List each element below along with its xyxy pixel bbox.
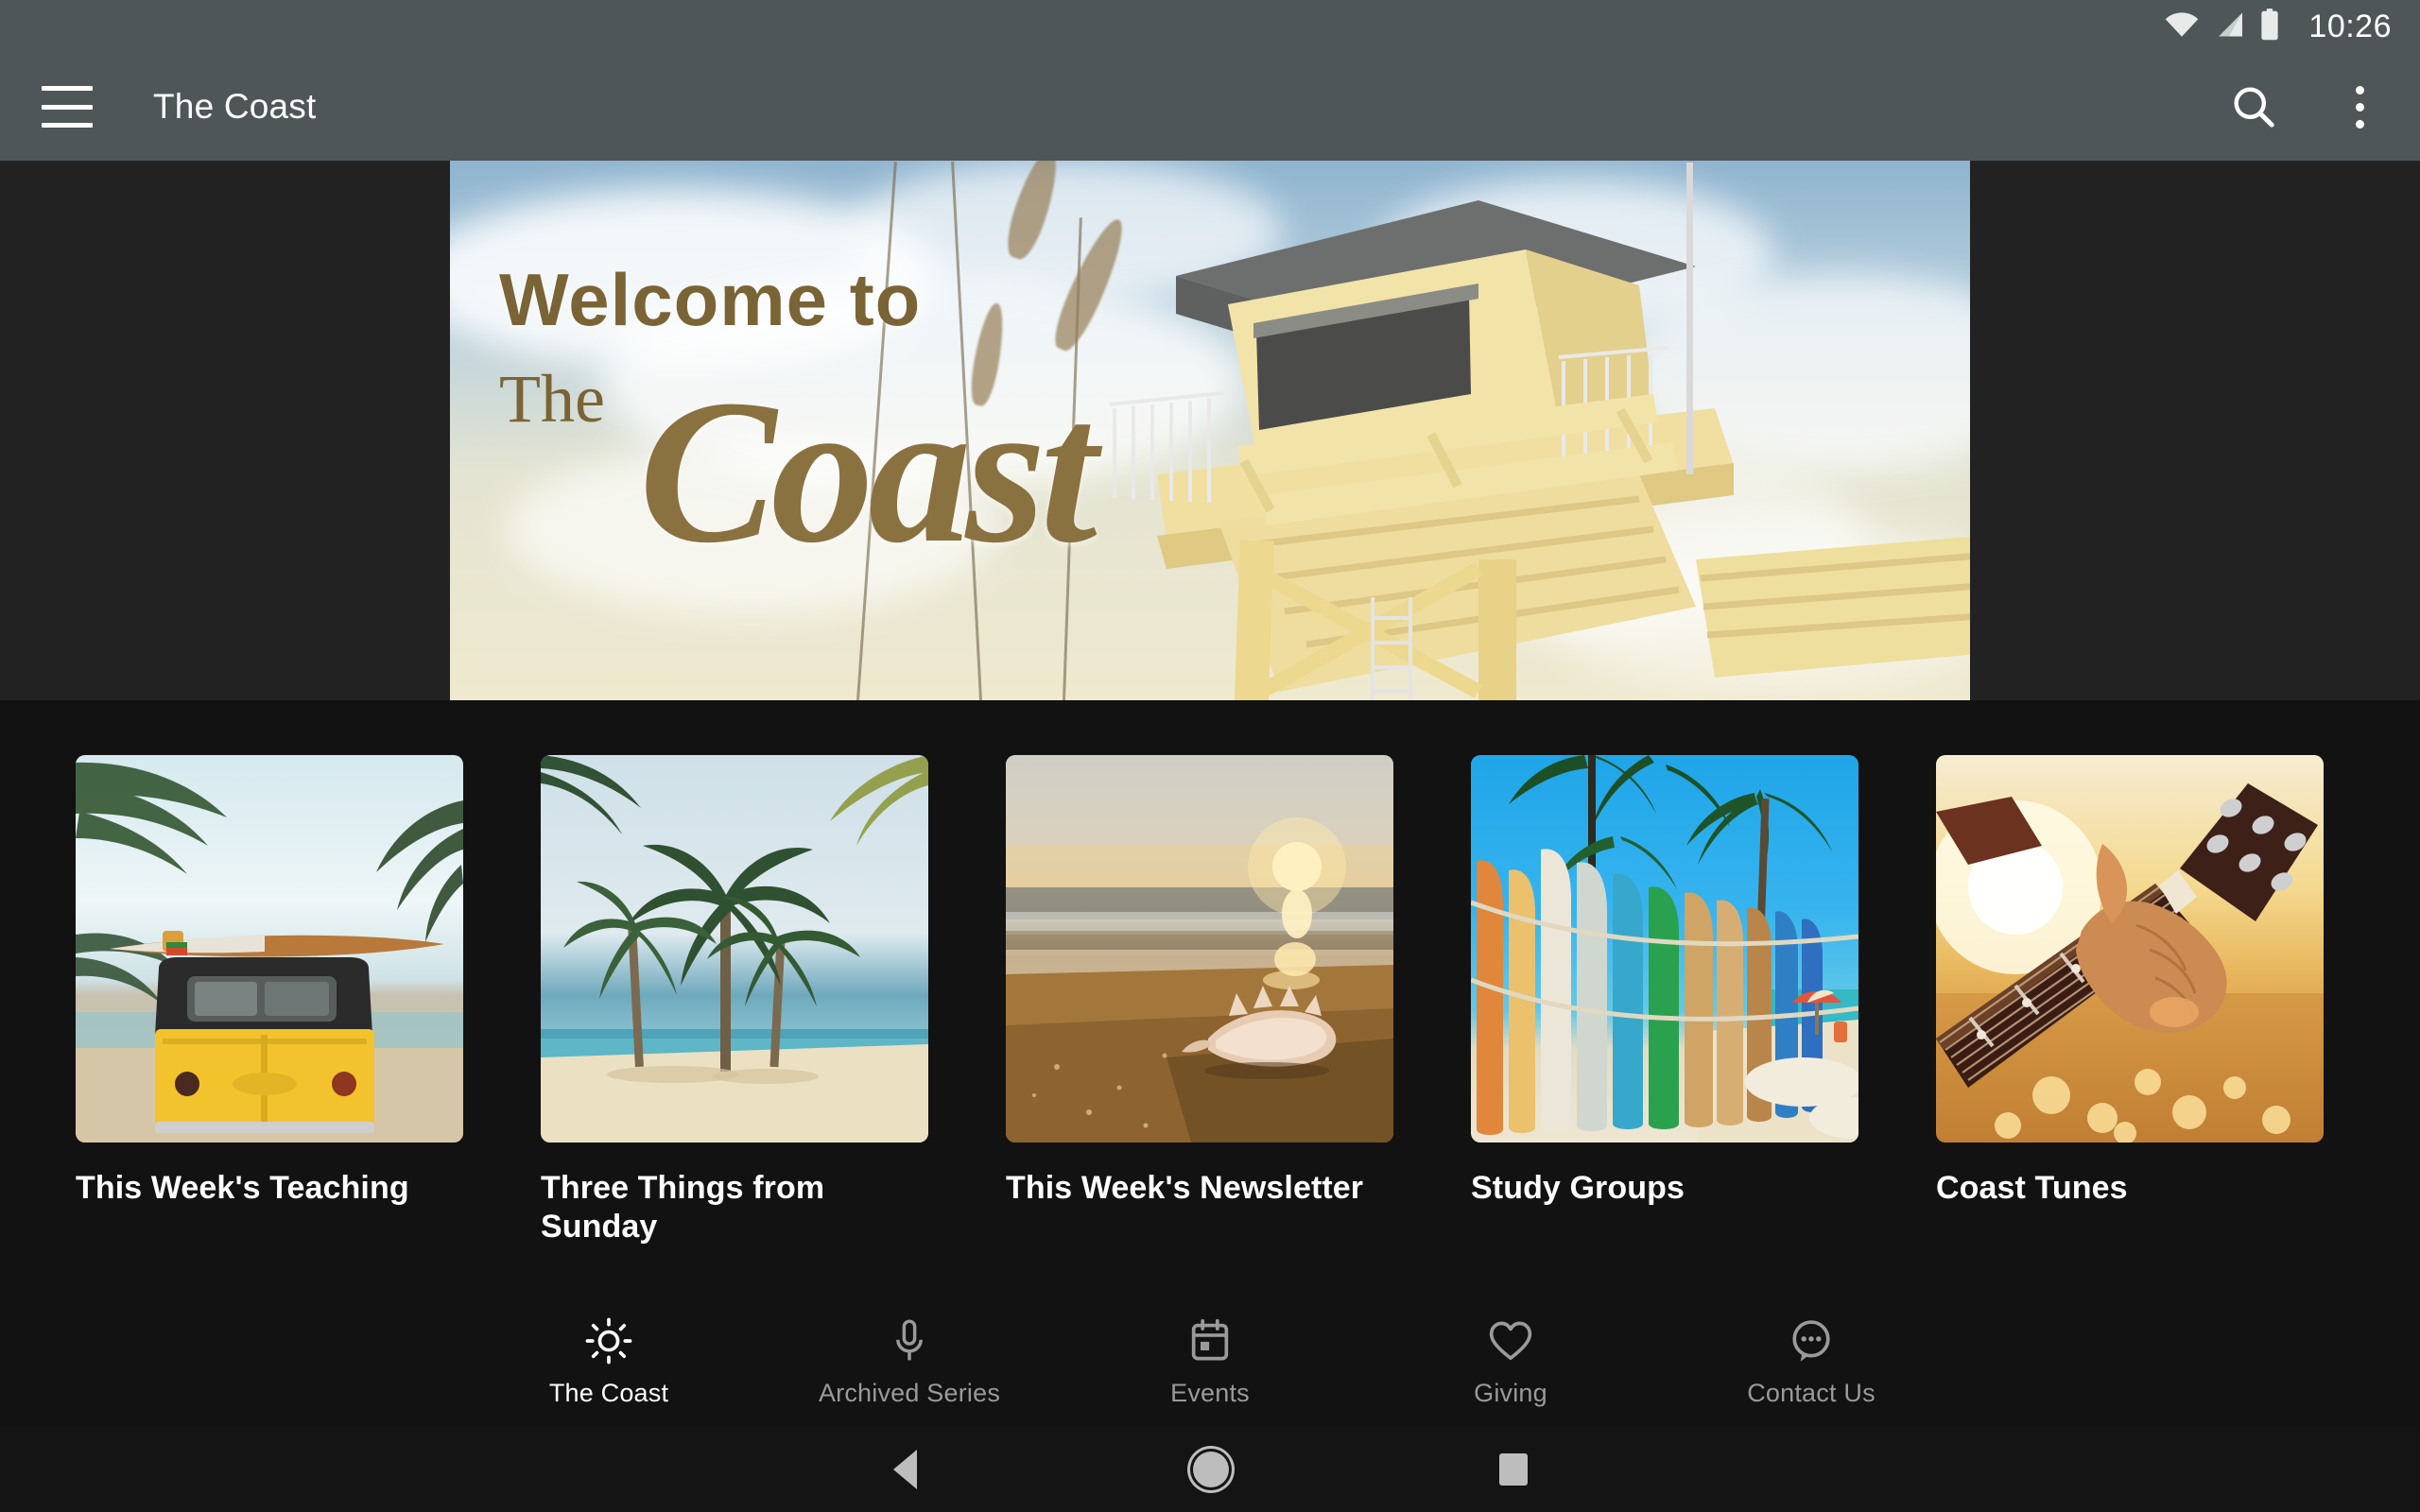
card-title: This Week's Newsletter <box>1006 1170 1364 1206</box>
card-title: Three Things from Sunday <box>541 1170 825 1246</box>
nav-label: Contact Us <box>1747 1378 1876 1407</box>
hero-banner-band: Welcome to The Coast <box>0 161 2420 700</box>
recents-square-icon[interactable] <box>1471 1427 1556 1512</box>
hero-banner-image[interactable]: Welcome to The Coast <box>450 161 1970 700</box>
app-bar-actions <box>2227 80 2386 133</box>
hamburger-menu-icon[interactable] <box>42 86 93 128</box>
page-title: The Coast <box>153 87 317 126</box>
card-this-weeks-newsletter[interactable]: This Week's Newsletter <box>1006 755 1393 1208</box>
card-three-things-from-sunday[interactable]: Three Things from Sunday <box>541 755 928 1247</box>
nav-item-the-coast[interactable]: The Coast <box>458 1316 759 1408</box>
nav-label: Archived Series <box>818 1378 1001 1407</box>
chat-bubble-icon <box>1787 1316 1836 1366</box>
card-this-weeks-teaching[interactable]: This Week's Teaching <box>76 755 463 1208</box>
card-title: This Week's Teaching <box>76 1170 409 1206</box>
hero-line-welcome: Welcome to <box>499 258 922 341</box>
card-image-seashell-sunset[interactable] <box>1006 755 1393 1143</box>
lifeguard-tower-illustration <box>1109 163 1970 700</box>
feature-card-row: This Week's Teaching Three Things from S… <box>0 700 2420 1247</box>
status-bar-clock: 10:26 <box>2308 8 2392 44</box>
bottom-navigation-bar: The Coast Archived Series Events Giving … <box>0 1297 2420 1427</box>
card-study-groups[interactable]: Study Groups <box>1471 755 1858 1208</box>
battery-icon <box>2259 8 2280 45</box>
status-bar: 10:26 <box>0 0 2420 53</box>
nav-label: Giving <box>1474 1378 1547 1407</box>
card-image-surfboards[interactable] <box>1471 755 1858 1143</box>
card-title: Coast Tunes <box>1936 1170 2128 1206</box>
hero-line-coast: Coast <box>639 358 1098 586</box>
android-system-navigation-bar <box>0 1427 2420 1512</box>
search-icon[interactable] <box>2227 80 2280 133</box>
card-coast-tunes[interactable]: Coast Tunes <box>1936 755 2324 1208</box>
nav-label: The Coast <box>548 1378 669 1407</box>
back-triangle-icon[interactable] <box>862 1427 947 1512</box>
nav-label: Events <box>1170 1378 1250 1407</box>
nav-item-archived-series[interactable]: Archived Series <box>759 1316 1060 1408</box>
card-image-guitar-sunset[interactable] <box>1936 755 2324 1143</box>
nav-item-giving[interactable]: Giving <box>1360 1316 1661 1408</box>
heart-icon <box>1486 1316 1535 1366</box>
app-bar: The Coast <box>0 53 2420 161</box>
microphone-icon <box>885 1316 934 1366</box>
card-image-palm-trees[interactable] <box>541 755 928 1143</box>
wifi-icon <box>2165 11 2199 43</box>
more-vertical-icon[interactable] <box>2333 80 2386 133</box>
nav-item-contact-us[interactable]: Contact Us <box>1661 1316 1962 1408</box>
card-title: Study Groups <box>1471 1170 1685 1206</box>
cellular-signal-icon <box>2214 11 2244 43</box>
status-bar-icons <box>2165 8 2280 45</box>
card-image-yellow-vw-bus[interactable] <box>76 755 463 1143</box>
sun-icon <box>584 1316 633 1366</box>
hero-text-block: Welcome to The Coast <box>499 258 1098 576</box>
calendar-icon <box>1185 1316 1235 1366</box>
nav-item-events[interactable]: Events <box>1060 1316 1360 1408</box>
home-circle-icon[interactable] <box>1168 1427 1253 1512</box>
